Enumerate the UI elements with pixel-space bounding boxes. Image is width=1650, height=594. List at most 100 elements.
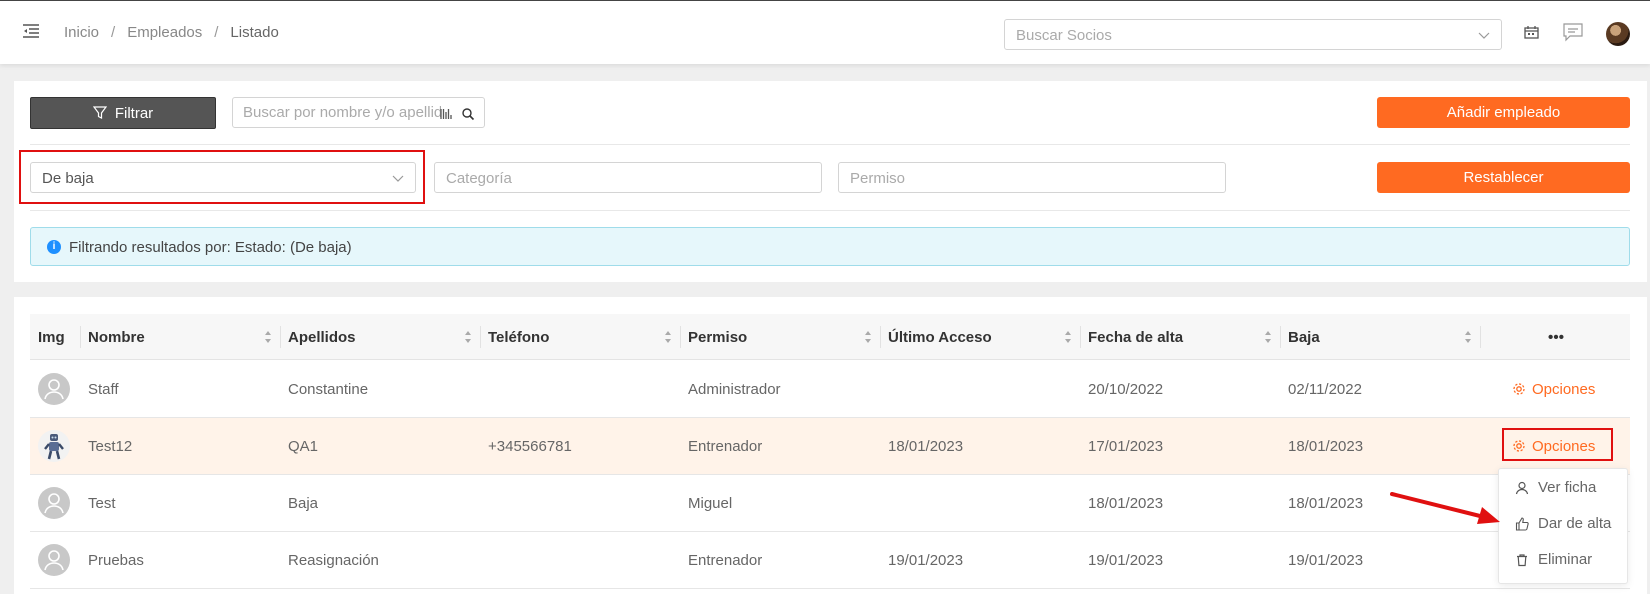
col-telefono[interactable]: Teléfono	[480, 314, 680, 360]
thumbs-up-icon	[1515, 516, 1529, 531]
reset-button[interactable]: Restablecer	[1377, 162, 1630, 193]
menu-item-ver-ficha[interactable]: Ver ficha	[1515, 479, 1596, 496]
permiso-select[interactable]: Permiso	[838, 162, 1226, 193]
menu-item-dar-de-alta[interactable]: Dar de alta	[1515, 515, 1611, 532]
cell-apellidos: Baja	[288, 494, 319, 512]
col-apellidos-label: Apellidos	[288, 328, 356, 346]
menu-toggle-icon[interactable]	[22, 23, 40, 41]
add-employee-button[interactable]: Añadir empleado	[1377, 97, 1630, 128]
sort-icon[interactable]	[264, 330, 272, 344]
cell-apellidos: Reasignación	[288, 551, 379, 569]
menu-item-label: Ver ficha	[1538, 479, 1597, 496]
search-name-field[interactable]	[232, 97, 485, 128]
sort-icon[interactable]	[464, 330, 472, 344]
filter-button-label: Filtrar	[114, 104, 154, 122]
avatar-placeholder	[38, 544, 70, 576]
chevron-down-icon	[1478, 32, 1490, 39]
user-icon	[44, 379, 64, 400]
col-baja-label: Baja	[1288, 328, 1320, 346]
col-baja[interactable]: Baja	[1280, 314, 1480, 360]
col-ultimo-acceso[interactable]: Último Acceso	[880, 314, 1080, 360]
cell-baja: 18/01/2023	[1288, 437, 1364, 455]
divider	[30, 210, 1630, 211]
filter-button[interactable]: Filtrar	[30, 97, 216, 129]
cell-nombre: Pruebas	[88, 551, 144, 569]
categoria-select[interactable]: Categoría	[434, 162, 822, 193]
options-button[interactable]: Opciones	[1512, 361, 1595, 417]
sort-icon[interactable]	[864, 330, 872, 344]
cell-ultimo-acceso: 18/01/2023	[888, 437, 964, 455]
cell-permiso: Miguel	[688, 494, 733, 512]
annotation-arrow-icon	[1390, 492, 1500, 524]
cell-permiso: Entrenador	[688, 551, 763, 569]
options-dropdown-menu: Ver ficha Dar de alta Eliminar	[1498, 468, 1628, 584]
cell-permiso: Administrador	[688, 380, 781, 398]
table-row: Staff Constantine Administrador 20/10/20…	[30, 361, 1630, 418]
col-img: Img	[38, 328, 65, 346]
search-name-input[interactable]	[243, 104, 441, 121]
cell-permiso: Entrenador	[688, 437, 763, 455]
table-row: Pruebas Reasignación Entrenador 19/01/20…	[30, 532, 1630, 589]
options-label: Opciones	[1532, 380, 1596, 398]
filter-info-alert: i Filtrando resultados por: Estado: (De …	[30, 227, 1630, 266]
permiso-placeholder: Permiso	[850, 170, 906, 187]
cell-apellidos: QA1	[288, 437, 319, 455]
breadcrumb-empleados[interactable]: Empleados	[127, 24, 202, 41]
calendar-icon[interactable]	[1522, 23, 1542, 43]
search-icon[interactable]	[461, 107, 475, 121]
col-permiso[interactable]: Permiso	[680, 314, 880, 360]
cell-ultimo-acceso: 19/01/2023	[888, 551, 964, 569]
filter-icon	[92, 106, 107, 119]
cell-telefono: +345566781	[488, 437, 572, 455]
col-nombre-label: Nombre	[88, 328, 145, 346]
col-permiso-label: Permiso	[688, 328, 748, 346]
breadcrumb-listado: Listado	[230, 24, 279, 41]
top-bar: Inicio / Empleados / Listado Buscar Soci…	[0, 0, 1650, 64]
avatar-placeholder	[38, 373, 70, 405]
sort-icon[interactable]	[664, 330, 672, 344]
sort-icon[interactable]	[1264, 330, 1272, 344]
breadcrumb: Inicio / Empleados / Listado	[64, 24, 279, 41]
col-ultimo-acceso-label: Último Acceso	[888, 328, 992, 346]
cell-fecha-alta: 18/01/2023	[1088, 494, 1164, 512]
annotation-highlight-options	[1502, 428, 1613, 461]
user-icon	[44, 493, 64, 514]
avatar-placeholder	[38, 487, 70, 519]
user-icon	[1515, 481, 1529, 494]
cell-apellidos: Constantine	[288, 380, 369, 398]
cell-baja: 19/01/2023	[1288, 551, 1364, 569]
gear-icon	[1513, 383, 1525, 395]
breadcrumb-separator: /	[111, 24, 116, 41]
breadcrumb-separator: /	[214, 24, 219, 41]
annotation-highlight-estado	[19, 150, 425, 204]
menu-item-label: Dar de alta	[1538, 515, 1612, 532]
cell-fecha-alta: 20/10/2022	[1088, 380, 1164, 398]
barcode-icon[interactable]	[439, 107, 453, 121]
sort-icon[interactable]	[1064, 330, 1072, 344]
trash-icon	[1517, 553, 1527, 566]
col-apellidos[interactable]: Apellidos	[280, 314, 480, 360]
cell-baja: 18/01/2023	[1288, 494, 1364, 512]
info-icon: i	[47, 240, 61, 254]
sort-icon[interactable]	[1464, 330, 1472, 344]
cell-baja: 02/11/2022	[1288, 380, 1362, 398]
breadcrumb-inicio[interactable]: Inicio	[64, 24, 99, 41]
cell-nombre: Staff	[88, 380, 119, 398]
col-fecha-alta[interactable]: Fecha de alta	[1080, 314, 1280, 360]
columns-menu-button[interactable]: • • •	[1480, 314, 1630, 360]
robot-figure-icon	[44, 434, 64, 460]
cell-fecha-alta: 19/01/2023	[1088, 551, 1164, 569]
avatar-photo	[38, 430, 70, 462]
menu-item-eliminar[interactable]: Eliminar	[1515, 551, 1592, 568]
col-fecha-alta-label: Fecha de alta	[1088, 328, 1184, 346]
user-avatar[interactable]	[1606, 22, 1630, 46]
table-row: Test12 QA1 +345566781 Entrenador 18/01/2…	[30, 418, 1630, 475]
user-icon	[44, 550, 64, 571]
chat-icon[interactable]	[1562, 21, 1584, 43]
search-socios-placeholder: Buscar Socios	[1016, 27, 1112, 44]
cell-fecha-alta: 17/01/2023	[1088, 437, 1164, 455]
col-nombre[interactable]: Nombre	[80, 314, 280, 360]
search-socios-select[interactable]: Buscar Socios	[1004, 19, 1502, 50]
divider	[30, 144, 1630, 145]
col-telefono-label: Teléfono	[488, 328, 550, 346]
